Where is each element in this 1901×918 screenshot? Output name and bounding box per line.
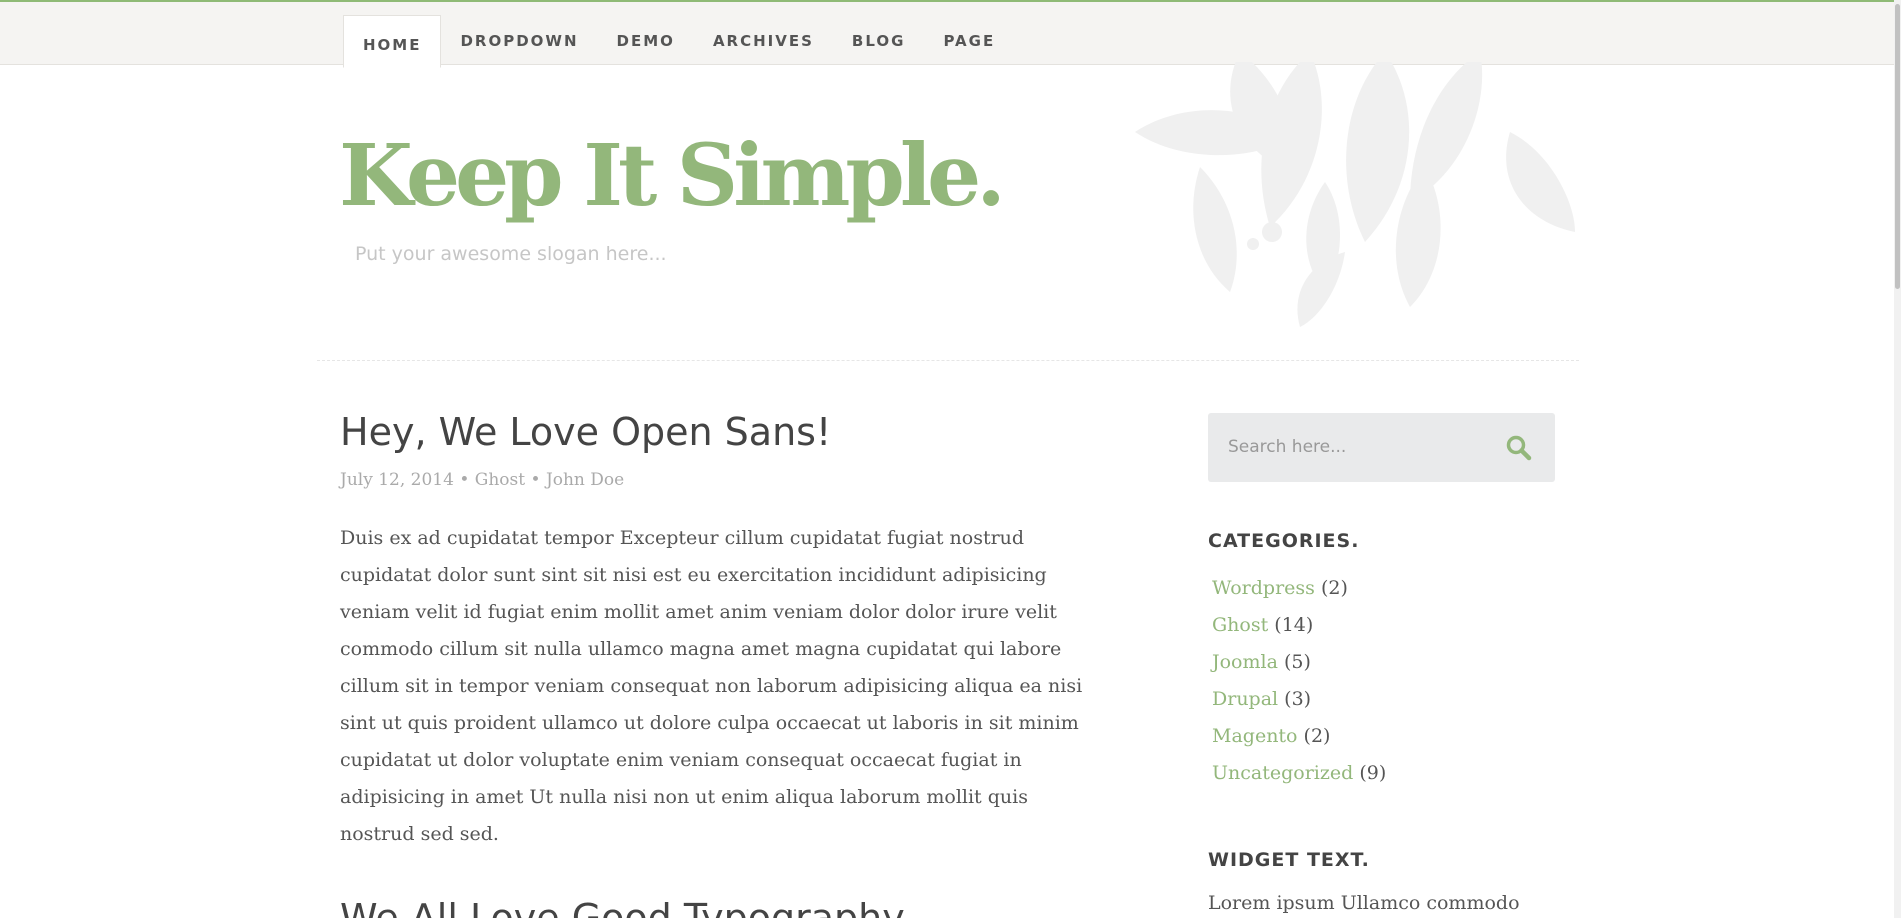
post-body: Duis ex ad cupidatat tempor Excepteur ci…: [340, 527, 1083, 845]
categories-list: Wordpress (2) Ghost (14) Joomla (5) Drup…: [1212, 570, 1386, 792]
leaf-decoration-icon: [1135, 62, 1575, 327]
category-link-ghost[interactable]: Ghost: [1212, 614, 1268, 636]
category-count: (5): [1283, 651, 1311, 673]
header-divider: [317, 360, 1579, 361]
scrollbar-thumb[interactable]: [1895, 4, 1900, 289]
category-link-joomla[interactable]: Joomla: [1212, 651, 1278, 673]
main-nav: HOME DROPDOWN DEMO ARCHIVES BLOG PAGE: [343, 15, 1014, 68]
categories-title: CATEGORIES.: [1208, 530, 1360, 552]
category-count: (3): [1284, 688, 1312, 710]
search-widget: [1208, 413, 1555, 482]
widget-text-title: WIDGET TEXT.: [1208, 849, 1370, 871]
category-link-wordpress[interactable]: Wordpress: [1212, 577, 1315, 599]
post-meta: July 12, 2014 • Ghost • John Doe: [340, 470, 624, 490]
page: HOME DROPDOWN DEMO ARCHIVES BLOG PAGE Ke…: [0, 0, 1901, 918]
category-count: (2): [1320, 577, 1348, 599]
category-link-uncategorized[interactable]: Uncategorized: [1212, 762, 1353, 784]
list-item: Wordpress (2): [1212, 570, 1386, 607]
meta-separator: •: [459, 470, 470, 490]
nav-item-home[interactable]: HOME: [343, 15, 442, 68]
nav-item-demo[interactable]: DEMO: [598, 15, 694, 67]
meta-separator: •: [530, 470, 541, 490]
site-title[interactable]: Keep It Simple.: [339, 127, 1006, 226]
search-icon[interactable]: [1505, 434, 1533, 462]
category-link-magento[interactable]: Magento: [1212, 725, 1298, 747]
list-item: Uncategorized (9): [1212, 755, 1386, 792]
list-item: Ghost (14): [1212, 607, 1386, 644]
nav-item-archives[interactable]: ARCHIVES: [694, 15, 833, 67]
post-title[interactable]: Hey, We Love Open Sans!: [340, 410, 831, 454]
category-count: (14): [1274, 614, 1314, 636]
category-count: (2): [1303, 725, 1331, 747]
post-date: July 12, 2014: [340, 470, 454, 490]
nav-item-blog[interactable]: BLOG: [833, 15, 925, 67]
list-item: Joomla (5): [1212, 644, 1386, 681]
widget-text-body: Lorem ipsum Ullamco commodo: [1208, 892, 1520, 914]
post-author-link[interactable]: John Doe: [546, 470, 624, 490]
nav-item-page[interactable]: PAGE: [924, 15, 1014, 67]
post-category-link[interactable]: Ghost: [475, 470, 525, 490]
page-scrollbar[interactable]: [1894, 0, 1901, 918]
category-count: (9): [1359, 762, 1387, 784]
list-item: Drupal (3): [1212, 681, 1386, 718]
category-link-drupal[interactable]: Drupal: [1212, 688, 1278, 710]
site-slogan: Put your awesome slogan here...: [355, 243, 667, 265]
nav-item-dropdown[interactable]: DROPDOWN: [441, 15, 597, 67]
list-item: Magento (2): [1212, 718, 1386, 755]
top-nav-bar: HOME DROPDOWN DEMO ARCHIVES BLOG PAGE: [0, 0, 1901, 68]
post-title-2[interactable]: We All Love Good Typography: [340, 896, 905, 918]
search-input[interactable]: [1226, 427, 1496, 467]
